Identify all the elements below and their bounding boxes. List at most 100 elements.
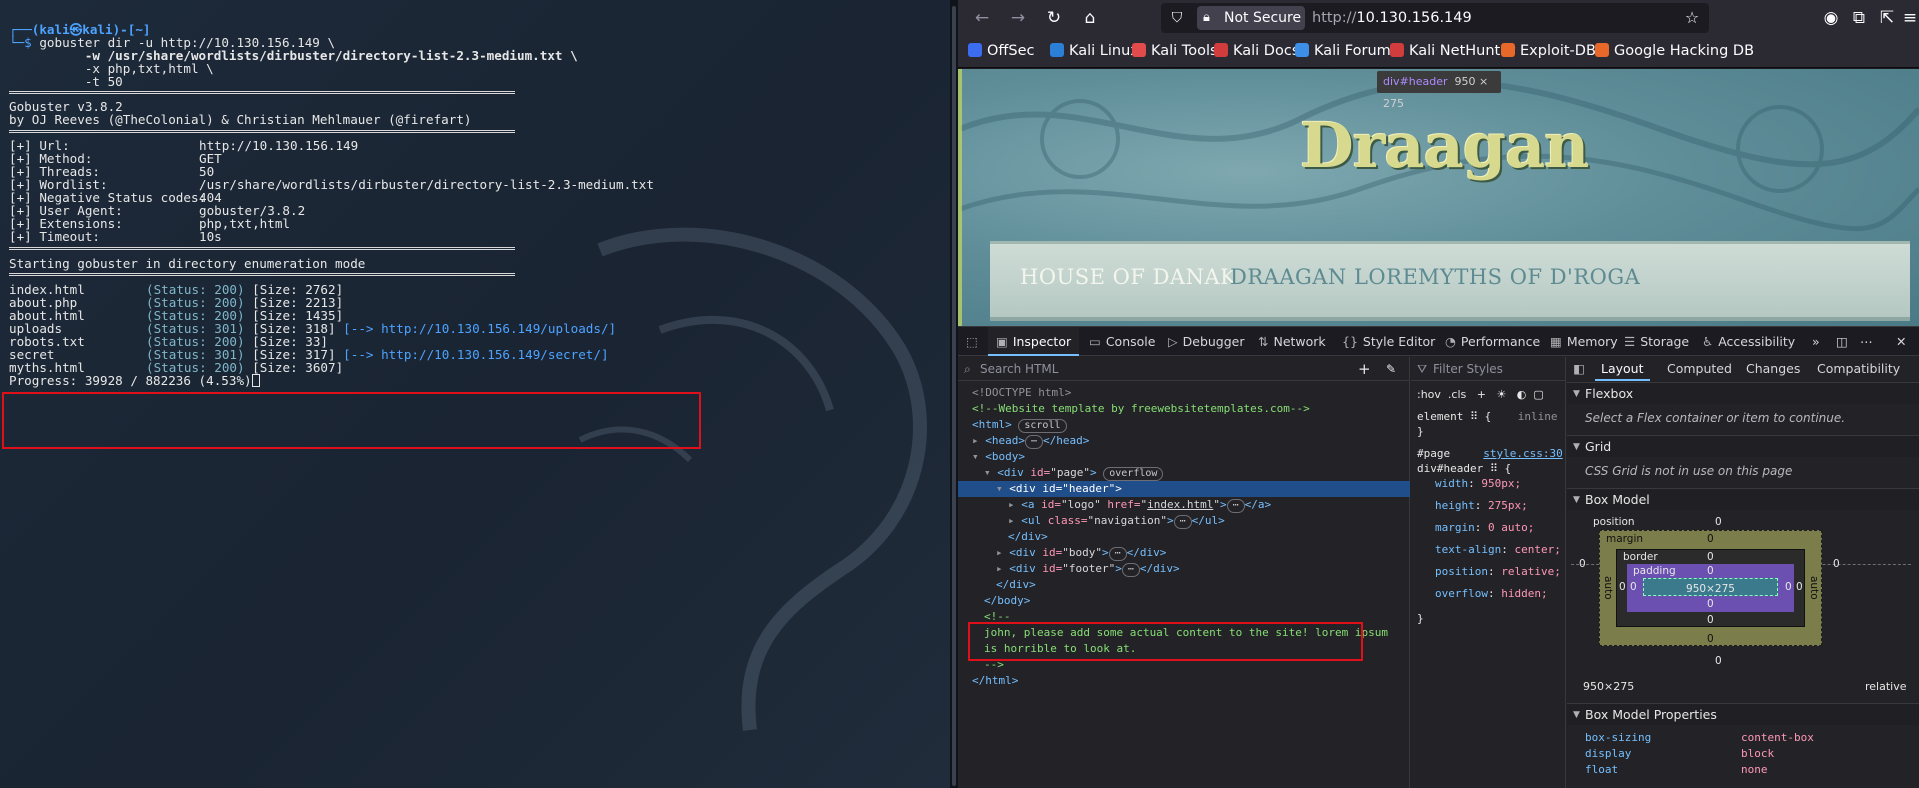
home-icon[interactable]: ⌂ [1078,6,1102,30]
not-secure-indicator[interactable]: 🔒︎ Not Secure [1197,6,1305,30]
bookmark-google-hacking-db[interactable]: Google Hacking DB [1595,43,1754,61]
menu-icon[interactable]: ≡ [1898,6,1919,30]
markup-head[interactable]: ▸ <head> ⋯ </head> [958,433,1410,449]
html-search-input[interactable]: ⌕ Search HTML + ✎ [958,357,1410,381]
site-logo-title[interactable]: Draagan [1300,109,1589,182]
markup-html-close[interactable]: </html> [958,673,1410,689]
tab-network[interactable]: ⇅ Network [1258,327,1326,356]
highlight-box-comment [968,622,1363,661]
separator [9,247,515,250]
console-icon: ▭ [1089,334,1101,349]
collapse-arrow-icon: ▼ [1573,495,1580,505]
page-selector[interactable]: #page style.css:30 [1417,446,1563,461]
bookmark-kali-docs[interactable]: Kali Docs [1214,43,1299,61]
css-declaration[interactable]: margin: 0 auto; [1435,520,1534,535]
kali-dragon-watermark [578,227,927,731]
share-icon[interactable]: ⇱ [1875,6,1899,30]
account-icon[interactable]: ◉ [1819,6,1843,30]
box-dimensions: 950×275 [1583,680,1635,693]
padding-box[interactable]: padding 0 0 0 0 950×275 [1627,564,1794,612]
options-menu-icon[interactable]: ⋯ [1860,327,1873,356]
rules-view: ⛛ Filter Styles :hov .cls + ☀ ◐ ▢ element… [1411,357,1566,788]
bookmark-kali-nethunter[interactable]: Kali NetHunter [1390,43,1515,61]
tab-compatibility[interactable]: Compatibility [1817,357,1900,381]
tab-accessibility[interactable]: ♿︎ Accessibility [1702,327,1795,356]
tab-memory[interactable]: ▦ Memory [1550,327,1618,356]
tab-console[interactable]: ▭ Console [1089,327,1155,356]
markup-div-page-close[interactable]: </div> [958,577,1410,593]
nav-link-draagan-lore[interactable]: DRAAGAN LORE [1230,265,1418,289]
tab-debugger[interactable]: ▷ Debugger [1168,327,1245,356]
grid-section-header[interactable]: ▼ Grid [1567,435,1919,457]
margin-box[interactable]: margin 0 0 auto auto border 0 0 0 0 padd… [1599,530,1822,646]
markup-body[interactable]: ▾ <body> [958,449,1410,465]
separator [9,91,515,94]
content-box[interactable]: 950×275 [1643,578,1778,596]
inspector-tooltip: div#header 950 × 275 [1377,71,1501,110]
more-tabs-icon[interactable]: » [1812,327,1820,356]
box-model-section-header[interactable]: ▼ Box Model [1567,488,1919,510]
page-viewport[interactable]: Draagan HOUSE OF DANAK DRAAGAN LORE MYTH… [958,69,1919,326]
css-declaration[interactable]: text-align: center; [1435,542,1561,557]
pseudo-class-toolbar[interactable]: :hov .cls + ☀ ◐ ▢ [1417,387,1544,402]
collapse-arrow-icon: ▼ [1573,389,1580,399]
element-rule[interactable]: element ⠿ { inline [1417,409,1558,424]
markup-body-close[interactable]: </body> [958,593,1410,609]
bookmark-kali-forums[interactable]: Kali Forums [1295,43,1398,61]
terminal-window[interactable]: ┌──(kali㉿kali)-[~] └─$ gobuster dir -u h… [0,0,950,788]
element-rule-close: } [1417,425,1424,438]
header-selector[interactable]: div#header ⠿ { [1417,461,1511,476]
nav-link-house-of-danak[interactable]: HOUSE OF DANAK [1020,265,1236,289]
bookmark-star-icon[interactable]: ☆ [1680,6,1704,30]
filter-styles-input[interactable]: ⛛ Filter Styles [1411,357,1566,381]
pick-element-icon[interactable]: ⬚ [966,327,978,356]
terminal-scrollbar[interactable] [950,0,958,788]
css-declaration[interactable]: overflow: hidden; [1435,586,1548,601]
back-arrow-icon[interactable]: ← [970,6,994,30]
markup-div-footer[interactable]: ▸ <div id="footer"> ⋯ </div> [958,561,1410,577]
css-declaration[interactable]: position: relative; [1435,564,1561,579]
separator [9,273,515,276]
eyedropper-icon[interactable]: ✎ [1386,357,1396,381]
markup-div-header-close[interactable]: </div> [958,529,1410,545]
border-box[interactable]: border 0 0 0 0 padding 0 0 0 0 950×275 [1616,549,1805,627]
forward-arrow-icon[interactable]: → [1006,6,1030,30]
toggle-sidebar-icon[interactable]: ◧ [1573,357,1585,381]
markup-logo-anchor[interactable]: ▸ <a id="logo" href="index.html"> ⋯ </a> [958,497,1410,513]
tab-inspector[interactable]: ▣ Inspector [988,327,1080,356]
tab-performance[interactable]: ◔ Performance [1445,327,1540,356]
box-property-row: box-sizing content-box [1585,731,1814,744]
reload-icon[interactable]: ↻ [1042,6,1066,30]
close-devtools-icon[interactable]: ✕ [1896,327,1906,356]
flexbox-section-header[interactable]: ▼ Flexbox [1567,382,1919,404]
config-line: [+] Timeout: 10s [9,229,222,244]
markup-div-header-selected[interactable]: ▾ <div id="header"> [958,481,1410,497]
markup-template-comment[interactable]: <!--Website template by freewebsitetempl… [958,401,1410,417]
url-text[interactable]: http://10.130.156.149 [1312,3,1472,33]
markup-navigation-ul[interactable]: ▸ <ul class="navigation"> ⋯ </ul> [958,513,1410,529]
bookmark-exploit-db[interactable]: Exploit-DB [1501,43,1596,61]
markup-doctype[interactable]: <!DOCTYPE html> [958,385,1410,401]
box-property-row: display block [1585,747,1775,760]
bookmark-kali-linux[interactable]: Kali Linux [1050,43,1139,61]
shield-icon[interactable]: ⛉ [1165,6,1189,30]
tab-computed[interactable]: Computed [1667,357,1732,381]
markup-html[interactable]: <html> scroll [958,417,1410,433]
box-model-properties-header[interactable]: ▼ Box Model Properties [1567,703,1919,725]
css-declaration[interactable]: width: 950px; [1435,476,1521,491]
nav-link-myths[interactable]: MYTHS OF D'ROGA [1418,265,1640,289]
url-bar[interactable]: ⛉ 🔒︎ Not Secure http://10.130.156.149 ☆ [1161,3,1709,33]
markup-div-body[interactable]: ▸ <div id="body"> ⋯ </div> [958,545,1410,561]
extensions-icon[interactable]: ⧉ [1847,6,1871,30]
css-declaration[interactable]: height: 275px; [1435,498,1528,513]
bookmark-kali-tools[interactable]: Kali Tools [1132,43,1218,61]
dock-icon[interactable]: ◫ [1836,327,1848,356]
tab-storage[interactable]: ☰ Storage [1624,327,1689,356]
bookmark-offsec[interactable]: OffSec [968,43,1035,61]
tab-changes[interactable]: Changes [1746,357,1800,381]
tab-style-editor[interactable]: {} Style Editor [1342,327,1435,356]
add-node-icon[interactable]: + [1358,357,1371,381]
box-property-row: float none [1585,763,1768,776]
tab-layout[interactable]: Layout [1595,357,1650,381]
markup-div-page[interactable]: ▾ <div id="page"> overflow [958,465,1410,481]
